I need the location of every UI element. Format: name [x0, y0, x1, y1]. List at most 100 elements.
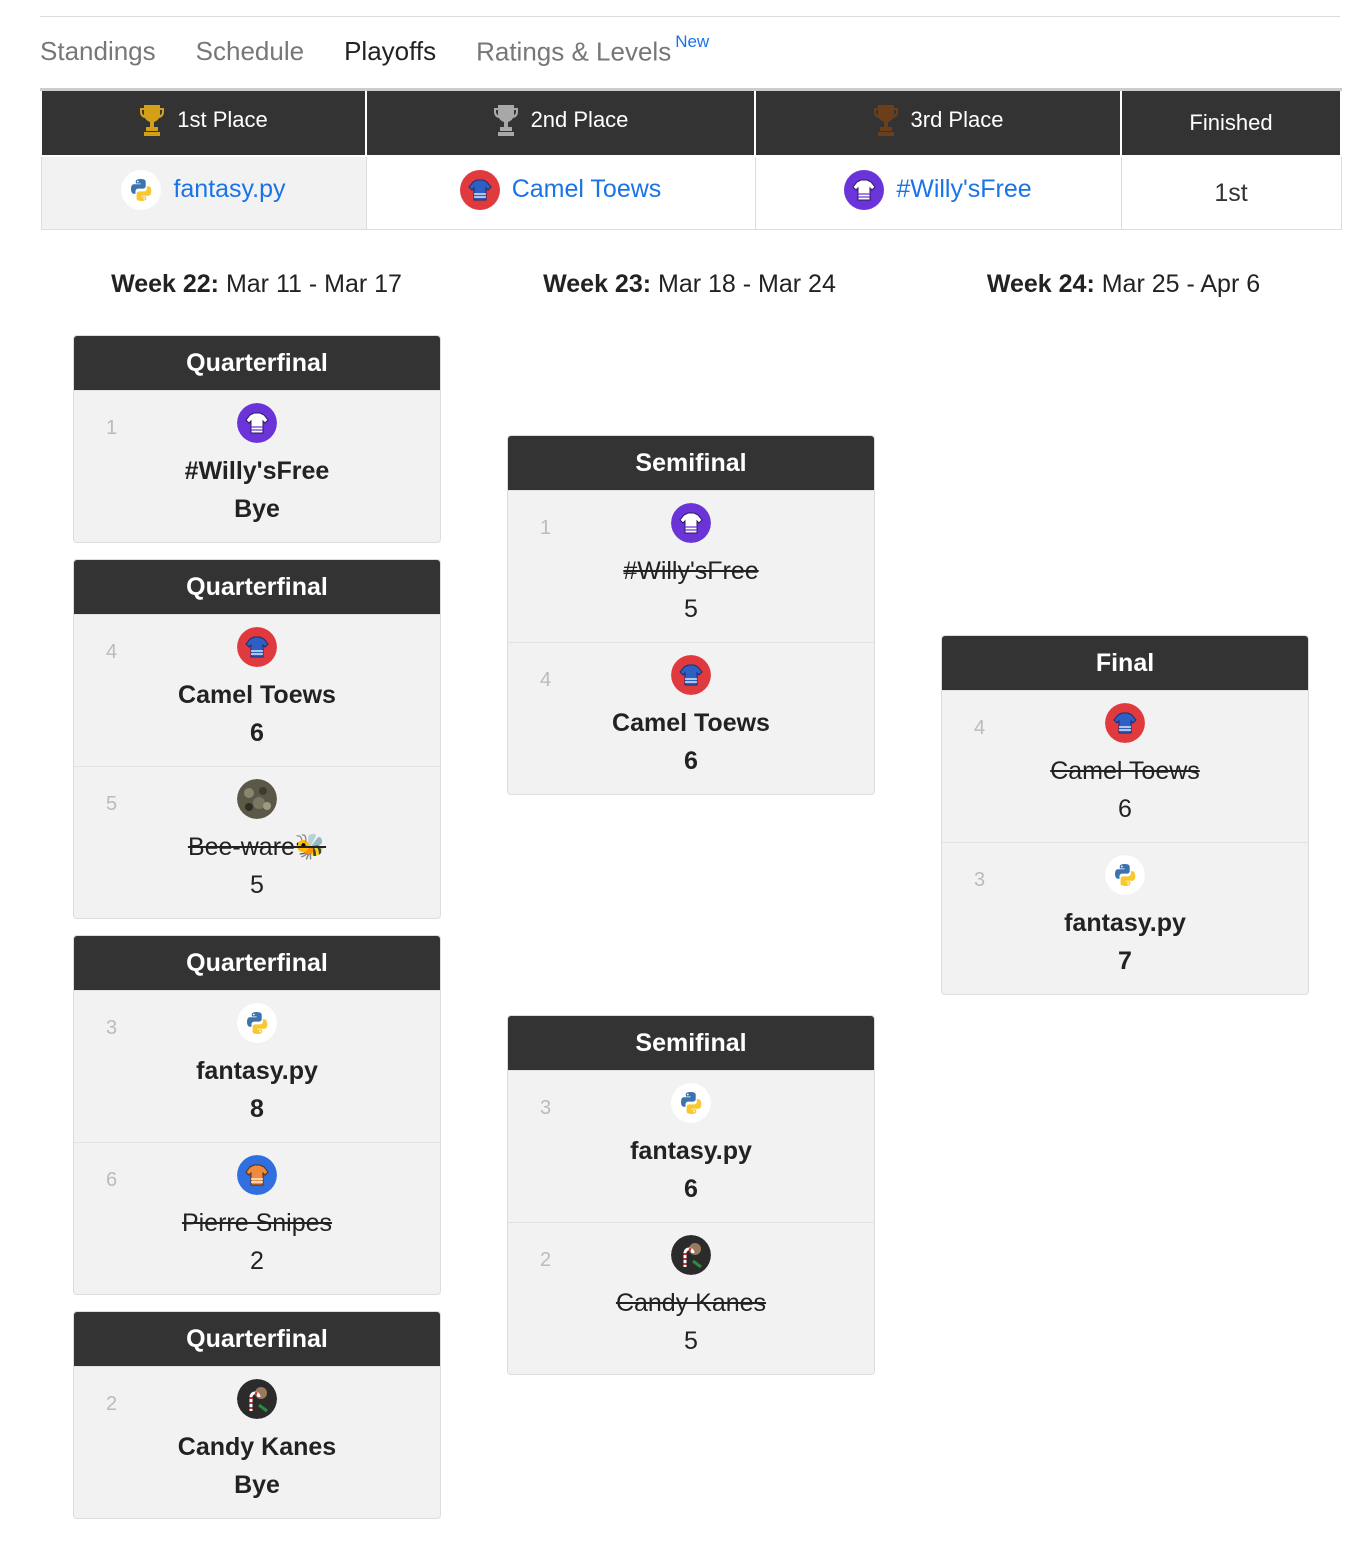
- matchup-team-slot[interactable]: 1 #Willy'sFree 5: [508, 490, 874, 642]
- matchup-team-slot[interactable]: 2 Candy Kanes Bye: [74, 1366, 440, 1518]
- first-place-label: 1st Place: [177, 107, 268, 132]
- python-icon: [237, 1003, 277, 1043]
- seed-number: 2: [540, 1249, 552, 1271]
- matchup-team-slot[interactable]: 4 Camel Toews 6: [74, 614, 440, 766]
- team-name[interactable]: #Willy'sFree: [74, 457, 440, 486]
- match-title: Quarterfinal: [74, 1312, 440, 1366]
- team-score: 7: [1118, 947, 1132, 975]
- seed-number: 4: [974, 717, 986, 739]
- red-jersey-icon: [237, 627, 277, 667]
- finished-value: 1st: [1120, 155, 1342, 230]
- purple-jersey-icon: [671, 503, 711, 543]
- semifinal-card: Semifinal 3 fantasy.py 6 2 Candy Kanes 5: [507, 1015, 875, 1375]
- matchup-team-slot[interactable]: 4 Camel Toews 6: [942, 690, 1308, 842]
- week-range: Mar 11 - Mar 17: [225, 270, 402, 298]
- team-score: 5: [250, 871, 264, 899]
- candy-cane-avatar-icon: [237, 1379, 277, 1419]
- team-name[interactable]: Camel Toews: [508, 709, 874, 738]
- second-place-team-link[interactable]: Camel Toews: [512, 175, 662, 204]
- python-icon: [671, 1083, 711, 1123]
- week-range: Mar 18 - Mar 24: [658, 270, 836, 298]
- first-place-team-link[interactable]: fantasy.py: [173, 175, 285, 204]
- new-badge: New: [675, 32, 710, 51]
- silver-trophy-icon: [493, 105, 518, 136]
- match-title: Quarterfinal: [74, 936, 440, 990]
- match-title: Quarterfinal: [74, 336, 440, 390]
- match-title: Semifinal: [508, 436, 874, 490]
- second-place-label: 2nd Place: [530, 107, 629, 132]
- match-title: Semifinal: [508, 1016, 874, 1070]
- seed-number: 4: [106, 641, 118, 663]
- third-place-label: 3rd Place: [910, 107, 1004, 132]
- third-place-header: 3rd Place: [754, 88, 1122, 157]
- photo-avatar-icon: [237, 779, 277, 819]
- team-name[interactable]: fantasy.py: [508, 1137, 874, 1166]
- seed-number: 3: [106, 1017, 118, 1039]
- seed-number: 5: [106, 793, 118, 815]
- tab-ratings-label[interactable]: Ratings & Levels: [476, 37, 671, 67]
- top-divider: [40, 16, 1340, 17]
- week-24-header: Week 24: Mar 25 - Apr 6: [940, 270, 1307, 299]
- team-name[interactable]: fantasy.py: [942, 909, 1308, 938]
- matchup-team-slot[interactable]: 2 Candy Kanes 5: [508, 1222, 874, 1374]
- seed-number: 2: [106, 1393, 118, 1415]
- purple-jersey-icon: [237, 403, 277, 443]
- team-name[interactable]: Camel Toews: [942, 757, 1308, 786]
- red-jersey-icon: [671, 655, 711, 695]
- matchup-team-slot[interactable]: 4 Camel Toews 6: [508, 642, 874, 794]
- seed-number: 4: [540, 669, 552, 691]
- team-name[interactable]: #Willy'sFree: [508, 557, 874, 586]
- quarterfinal-card: Quarterfinal 2 Candy Kanes Bye: [73, 1311, 441, 1519]
- team-name[interactable]: Candy Kanes: [508, 1289, 874, 1318]
- matchup-team-slot[interactable]: 5 Bee-ware🐝 5: [74, 766, 440, 918]
- week-23-header: Week 23: Mar 18 - Mar 24: [506, 270, 873, 299]
- team-score: 8: [250, 1095, 264, 1123]
- finished-header: Finished: [1120, 88, 1342, 157]
- week-label: Week 23:: [543, 270, 652, 298]
- red-jersey-icon: [1105, 703, 1145, 743]
- quarterfinal-card: Quarterfinal 3 fantasy.py 8 6 Pierre Sni…: [73, 935, 441, 1295]
- seed-number: 3: [540, 1097, 552, 1119]
- orange-jersey-icon: [237, 1155, 277, 1195]
- seed-number: 3: [974, 869, 986, 891]
- team-name[interactable]: Pierre Snipes: [74, 1209, 440, 1238]
- week-label: Week 24:: [986, 270, 1095, 298]
- python-icon: [121, 170, 161, 210]
- team-score: 6: [684, 1175, 698, 1203]
- team-name[interactable]: Camel Toews: [74, 681, 440, 710]
- second-place-cell: Camel Toews: [365, 155, 756, 230]
- team-name[interactable]: fantasy.py: [74, 1057, 440, 1086]
- team-name[interactable]: Bee-ware🐝: [74, 833, 440, 862]
- second-place-header: 2nd Place: [365, 88, 756, 157]
- seed-number: 1: [106, 417, 118, 439]
- team-name[interactable]: Candy Kanes: [74, 1433, 440, 1462]
- matchup-team-slot[interactable]: 1 #Willy'sFree Bye: [74, 390, 440, 542]
- tab-playoffs[interactable]: Playoffs: [344, 36, 436, 72]
- nav-tabs: Standings Schedule Playoffs Ratings & Le…: [40, 32, 749, 72]
- final-standings-table: 1st Place 2nd Place 3rd Place Finished f…: [40, 88, 1342, 230]
- quarterfinal-card: Quarterfinal 4 Camel Toews 6 5 Bee-ware🐝…: [73, 559, 441, 919]
- tab-schedule[interactable]: Schedule: [196, 36, 304, 72]
- matchup-team-slot[interactable]: 3 fantasy.py 8: [74, 990, 440, 1142]
- purple-jersey-icon: [844, 170, 884, 210]
- third-place-cell: #Willy'sFree: [754, 155, 1122, 230]
- seed-number: 1: [540, 517, 552, 539]
- matchup-team-slot[interactable]: 3 fantasy.py 6: [508, 1070, 874, 1222]
- third-place-team-link[interactable]: #Willy'sFree: [896, 175, 1031, 204]
- team-score: Bye: [234, 495, 280, 523]
- week-label: Week 22:: [111, 270, 219, 298]
- tab-standings[interactable]: Standings: [40, 36, 156, 72]
- bronze-trophy-icon: [873, 105, 898, 136]
- gold-trophy-icon: [140, 105, 165, 136]
- python-icon: [1105, 855, 1145, 895]
- matchup-team-slot[interactable]: 3 fantasy.py 7: [942, 842, 1308, 994]
- team-score: 6: [250, 719, 264, 747]
- candy-cane-avatar-icon: [671, 1235, 711, 1275]
- quarterfinal-card: Quarterfinal 1 #Willy'sFree Bye: [73, 335, 441, 543]
- matchup-team-slot[interactable]: 6 Pierre Snipes 2: [74, 1142, 440, 1294]
- first-place-header: 1st Place: [40, 88, 367, 157]
- first-place-cell: fantasy.py: [40, 155, 367, 230]
- tab-ratings-levels[interactable]: Ratings & Levels New: [476, 32, 709, 72]
- semifinal-card: Semifinal 1 #Willy'sFree 5 4 Camel Toews…: [507, 435, 875, 795]
- match-title: Quarterfinal: [74, 560, 440, 614]
